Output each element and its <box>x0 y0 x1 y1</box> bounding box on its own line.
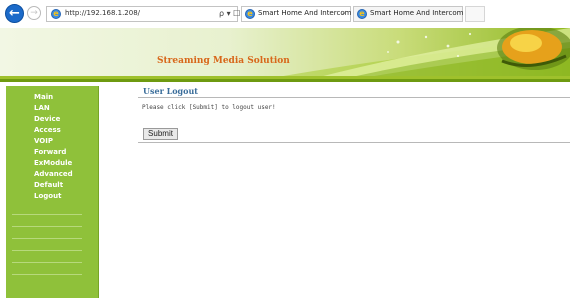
tab-close-icon[interactable]: × <box>341 9 347 17</box>
title-divider <box>138 97 570 98</box>
sidebar-divider <box>12 274 82 275</box>
banner-bottom-bar <box>0 79 570 82</box>
forward-button[interactable]: → <box>27 6 41 20</box>
sidebar-item-exmodule[interactable]: ExModule <box>34 158 98 169</box>
sidebar-item-default[interactable]: Default <box>34 180 98 191</box>
sidebar-divider <box>12 238 82 239</box>
content-divider <box>138 142 570 143</box>
sidebar-item-device[interactable]: Device <box>34 114 98 125</box>
sidebar-item-forward[interactable]: Forward <box>34 147 98 158</box>
banner-graphic <box>250 28 570 82</box>
sidebar-item-logout[interactable]: Logout <box>34 191 98 202</box>
address-url[interactable]: http://192.168.1.208/ <box>65 9 140 17</box>
browser-chrome: ← → e http://192.168.1.208/ ρ ▾ ☐ ↻ e Sm… <box>0 0 570 28</box>
sidebar-divider <box>12 262 82 263</box>
page-title: User Logout <box>143 86 198 96</box>
sidebar-item-lan[interactable]: LAN <box>34 103 98 114</box>
glasses-graphic <box>497 28 570 70</box>
tab-active[interactable]: e Smart Home And Intercom ... × <box>241 6 360 22</box>
sidebar-divider <box>12 214 82 215</box>
sidebar-menu: Main LAN Device Access VOIP Forward ExMo… <box>6 92 98 202</box>
address-bar[interactable]: e http://192.168.1.208/ ρ ▾ ☐ ↻ <box>46 6 250 22</box>
sidebar-divider <box>12 226 82 227</box>
sidebar: Main LAN Device Access VOIP Forward ExMo… <box>6 86 99 298</box>
sidebar-divider <box>12 250 82 251</box>
back-button[interactable]: ← <box>5 4 24 23</box>
submit-button[interactable]: Submit <box>143 128 178 140</box>
sidebar-item-advanced[interactable]: Advanced <box>34 169 98 180</box>
header-banner: Streaming Media Solution <box>0 28 570 82</box>
sidebar-item-access[interactable]: Access <box>34 125 98 136</box>
logout-message: Please click [Submit] to logout user! <box>142 104 276 111</box>
sidebar-item-main[interactable]: Main <box>34 92 98 103</box>
new-tab-button[interactable] <box>465 6 485 22</box>
banner-title: Streaming Media Solution <box>157 56 290 66</box>
sidebar-item-voip[interactable]: VOIP <box>34 136 98 147</box>
ie-icon: e <box>51 9 61 19</box>
tab-ie-icon: e <box>357 9 367 19</box>
tab-inactive[interactable]: e Smart Home And Intercom Sys... <box>353 6 485 22</box>
tab-ie-icon: e <box>245 9 255 19</box>
